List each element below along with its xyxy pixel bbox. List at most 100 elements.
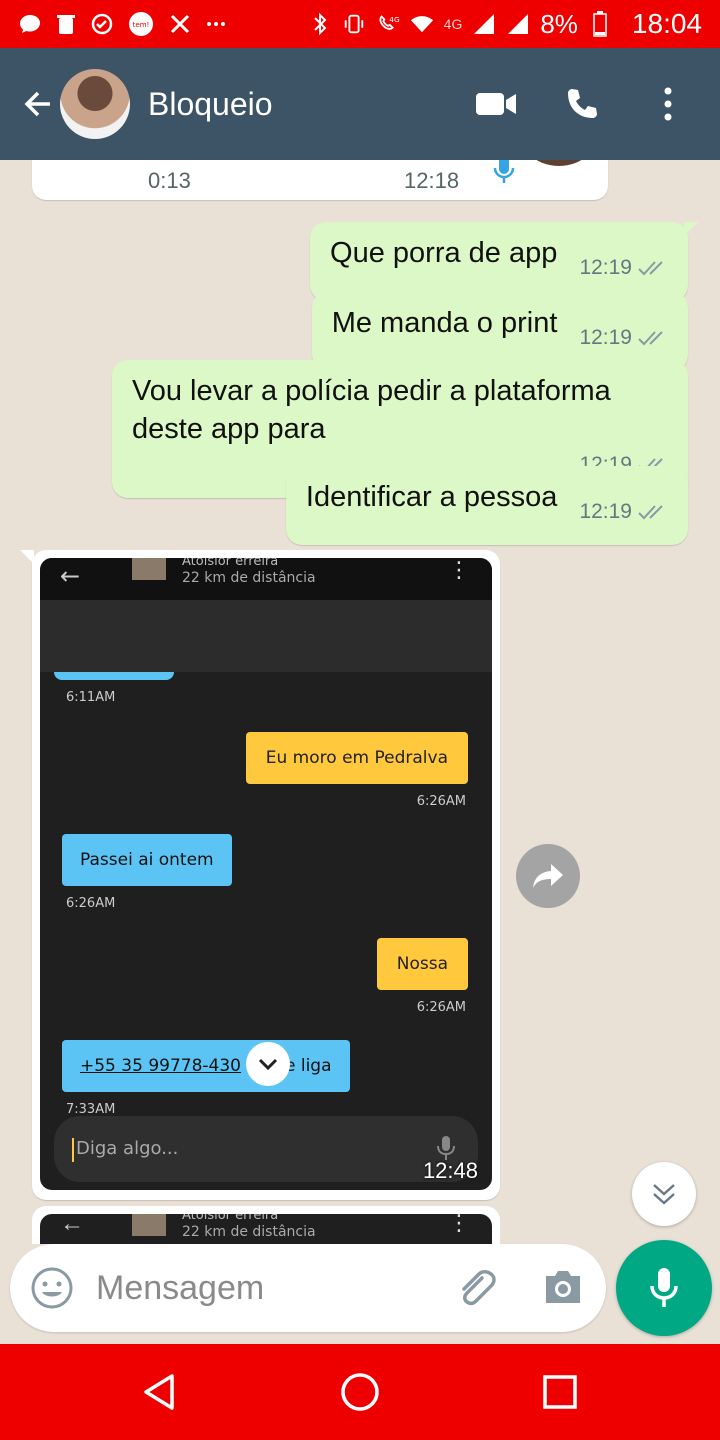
contact-avatar[interactable]: [60, 69, 130, 139]
incoming-image-message[interactable]: ← Atoisior erreira 22 km de distância ⋮: [32, 1206, 500, 1244]
screenshot-received-bubble: Passei ai ontem: [62, 834, 232, 886]
bubble-tail: [20, 550, 34, 564]
screenshot-cursor: [72, 1138, 74, 1162]
screenshot-chevron-down-icon: [246, 1042, 290, 1086]
screenshot-bubble-partial: [54, 672, 174, 680]
emoji-icon: [31, 1267, 73, 1309]
overflow-menu-button[interactable]: [646, 82, 690, 126]
share-forward-icon: [533, 864, 563, 888]
message-text: Identificar a pessoa: [305, 481, 558, 513]
phone-icon: [568, 89, 597, 118]
voice-call-button[interactable]: [560, 82, 604, 126]
incoming-image-message[interactable]: ← Atoisior erreira 22 km de distância ⋮ …: [20, 550, 500, 1200]
screenshot-time: 7:33AM: [66, 1102, 116, 1117]
screenshot-time: 6:26AM: [416, 794, 466, 809]
screenshot-received-bubble: +55 35 99778-430 e liga: [62, 1040, 350, 1092]
x-icon: [168, 12, 192, 36]
screenshot-input: Diga algo...: [54, 1116, 478, 1182]
screenshot-more-icon: ⋮: [448, 558, 470, 583]
screenshot-time: 6:11AM: [66, 690, 116, 705]
contact-name[interactable]: Bloqueio: [148, 86, 273, 123]
more-notifications-icon: [204, 12, 228, 36]
image-thumbnail[interactable]: ← Atoisior erreira 22 km de distância ⋮: [40, 1214, 492, 1244]
outgoing-message[interactable]: Que porra de app 12:19: [310, 222, 698, 301]
message-text: Me manda o print: [331, 307, 558, 339]
screenshot-distance: 22 km de distância: [182, 570, 316, 586]
message-time: 12:48: [422, 1158, 478, 1183]
chat-notification-icon: [18, 12, 42, 36]
bluetooth-icon: [308, 12, 332, 36]
volte-call-icon: 4G: [376, 12, 400, 36]
more-vert-icon: [664, 87, 672, 121]
message-input[interactable]: [96, 1264, 426, 1312]
clock: 18:04: [631, 8, 702, 39]
voice-record-button[interactable]: [616, 1240, 712, 1336]
screenshot-sent-bubble: Nossa: [376, 938, 468, 990]
nav-back-button[interactable]: [136, 1368, 184, 1416]
double-check-icon: [638, 505, 663, 520]
double-check-icon: [638, 331, 663, 346]
attach-button[interactable]: [454, 1266, 498, 1315]
trash-icon: [54, 12, 78, 36]
video-camera-icon: [476, 93, 516, 115]
svg-text:tem!: tem!: [133, 21, 150, 29]
screenshot-back-arrow-icon: ←: [60, 562, 81, 590]
voice-message-partial[interactable]: 0:13 12:18: [32, 160, 608, 200]
voice-duration: 0:13: [148, 168, 191, 193]
status-bar: tem! 4G 4G 8% 18:04: [0, 0, 720, 48]
signal-icon-1: [472, 12, 496, 36]
camera-button[interactable]: [542, 1268, 584, 1311]
screenshot-avatar: [132, 1214, 166, 1236]
notification-icons: tem!: [18, 12, 228, 36]
screenshot-time: 6:26AM: [416, 1000, 466, 1015]
microphone-icon: [650, 1268, 678, 1307]
forward-button[interactable]: [516, 844, 580, 908]
chat-area[interactable]: 0:13 12:18 Que porra de app 12:19 Me man…: [0, 160, 720, 1244]
video-call-button[interactable]: [474, 82, 518, 126]
back-button[interactable]: [10, 76, 66, 132]
screenshot-bubble-text: e liga: [284, 1056, 332, 1076]
screenshot-avatar: [132, 558, 166, 580]
message-text: Que porra de app: [330, 237, 558, 269]
message-box[interactable]: [10, 1244, 606, 1332]
triangle-back-icon: [144, 1374, 174, 1410]
vibrate-icon: [342, 12, 366, 36]
emoji-button[interactable]: [30, 1266, 74, 1315]
outgoing-message[interactable]: Identificar a pessoa 12:19: [285, 466, 688, 545]
nav-home-button[interactable]: [336, 1368, 384, 1416]
image-thumbnail[interactable]: ← Atoisior erreira 22 km de distância ⋮ …: [40, 558, 492, 1190]
signal-icon-2: [506, 12, 530, 36]
mic-icon: [492, 160, 516, 191]
scroll-to-bottom-button[interactable]: [632, 1162, 696, 1226]
composer-bar: [0, 1240, 720, 1344]
circle-home-icon: [341, 1373, 379, 1411]
bubble-tail: [684, 222, 698, 236]
message-time: 12:18: [404, 168, 460, 193]
caixa-tem-icon: tem!: [126, 12, 156, 36]
message-time: 12:19: [579, 326, 632, 349]
double-check-icon: [638, 261, 663, 276]
screenshot-header: ← Atoisior erreira 22 km de distância ⋮: [40, 558, 492, 600]
screenshot-back-arrow-icon: ←: [60, 1214, 84, 1237]
svg-text:4G: 4G: [389, 15, 400, 24]
camera-icon: [546, 1271, 580, 1303]
screenshot-contact-name: Atoisior erreira: [182, 1214, 279, 1223]
check-circle-icon: [90, 12, 114, 36]
battery-icon: [588, 11, 612, 37]
battery-percent: 8%: [540, 8, 578, 39]
nav-recents-button[interactable]: [536, 1368, 584, 1416]
message-time: 12:19: [579, 500, 632, 523]
network-type-label: 4G: [443, 16, 463, 32]
screenshot-phone-link: +55 35 99778-430: [80, 1056, 241, 1076]
screenshot-input-placeholder: Diga algo...: [76, 1138, 179, 1159]
message-time: 12:19: [579, 256, 632, 279]
chat-header: Bloqueio: [0, 48, 720, 160]
screenshot-sent-bubble: Eu moro em Pedralva: [245, 732, 468, 784]
screenshot-banner: [40, 600, 492, 672]
paperclip-icon: [462, 1270, 496, 1306]
screenshot-contact-name: Atoisior erreira: [182, 558, 279, 569]
arrow-left-icon: [24, 91, 50, 117]
message-text: Vou levar a polícia pedir a plataforma d…: [132, 375, 611, 445]
screenshot-distance: 22 km de distância: [182, 1224, 316, 1240]
screenshot-more-icon: ⋮: [448, 1214, 470, 1235]
